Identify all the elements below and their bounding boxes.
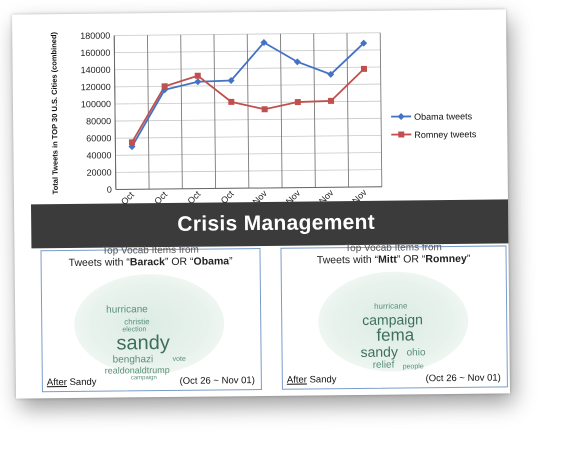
y-axis [113,35,117,190]
cloud-word: realdonaldtrump [104,364,170,376]
word-cloud: hurricane christie election sandy benghazi vo… [73,273,225,381]
category-separator [180,34,183,189]
cloud-word: christie [124,317,150,327]
panel-title: Tweets with “Barack” OR “Obama” [68,255,233,270]
section-banner: Crisis Management [30,199,510,249]
search-term-1: Barack [129,256,165,269]
legend-marker [398,131,405,138]
search-term-2: Obama [193,255,230,268]
y-tick-label: 20000 [87,167,112,177]
cloud-word: hurricane [106,304,148,316]
y-tick-label: 0 [107,185,112,195]
cloud-word: vote [172,355,186,363]
panel-date-range: (Oct 26 ~ Nov 01) [425,372,501,385]
slide-card: 0 20000 40000 60000 80000 100000 120000 140000 1… [12,9,510,399]
panel-title: Tweets with “Mitt” OR “Romney” [316,252,471,267]
panel-date-range: (Oct 26 ~ Nov 01) [179,375,255,387]
y-tick-label: 180000 [80,31,110,41]
category-separator [213,34,217,189]
legend-label: Obama tweets [414,111,473,122]
cloud-word: sandy [360,343,398,360]
cloud-word: sandy [116,331,170,355]
word-cloud-panel-romney: Top Vocab Items from Tweets with “Mitt” … [280,242,508,390]
y-axis-label: Total Tweets in TOP 30 U.S. Cities (comb… [49,31,60,194]
y-tick-label: 60000 [86,133,111,143]
search-term-2: Romney [425,252,467,266]
data-point-romney [328,97,335,104]
word-cloud-panel-obama: Top Vocab Items from Tweets with “Barack… [40,245,262,393]
data-point-romney [294,99,301,106]
cloud-word: campaign [130,375,157,382]
data-point-obama [293,58,301,66]
panel-footer-left: After Sandy [46,376,97,389]
cloud-word: ohio [406,347,426,359]
category-separator [313,33,316,188]
cloud-word: relief [372,359,395,371]
y-tick-label: 140000 [80,65,110,75]
line-chart: 0 20000 40000 60000 80000 100000 120000 140000 1… [49,31,477,215]
data-point-romney [161,83,168,90]
data-point-romney [194,72,201,79]
data-point-romney [261,106,268,113]
cloud-word: hurricane [374,301,408,311]
legend-marker [397,113,405,121]
data-point-romney [128,139,136,146]
data-point-romney [360,65,367,72]
y-tick-label: 100000 [81,99,111,109]
y-tick-label: 80000 [86,116,111,126]
data-point-obama [194,78,202,86]
cloud-word: people [402,363,424,371]
search-term-1: Mitt [378,253,397,266]
y-tick-label: 40000 [86,150,111,160]
y-tick-label: 120000 [81,82,111,92]
category-separator [379,32,383,187]
cloud-word: benghazi [112,354,154,366]
category-separator [280,33,283,188]
word-cloud: hurricane campaign fema sandy ohio relief peop… [317,270,469,373]
category-separator [346,33,350,188]
legend-label: Romney tweets [414,129,477,140]
category-separator [246,34,250,189]
data-point-romney [228,98,235,105]
panel-footer-left: After Sandy [286,374,337,386]
y-tick-label: 160000 [80,48,110,58]
